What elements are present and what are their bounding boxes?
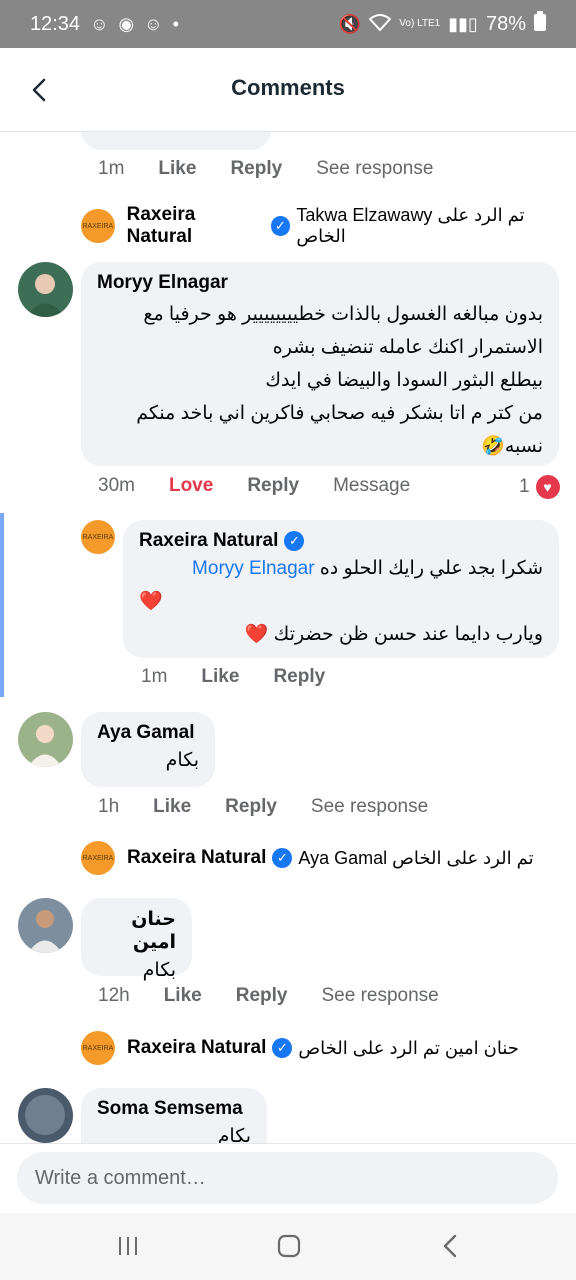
avatar[interactable]	[18, 262, 73, 317]
reply-author: Raxeira Natural	[126, 204, 196, 247]
avatar: RAXEIRA	[81, 841, 115, 875]
comment-author-row: Raxeira Natural ✓	[139, 530, 543, 552]
network-label: Vo) LTE1	[399, 18, 441, 29]
avatar[interactable]	[18, 898, 73, 953]
page-title: Comments	[231, 75, 345, 100]
reply-button[interactable]: Reply	[236, 985, 288, 1007]
reply-button[interactable]: Reply	[225, 796, 277, 818]
see-response-button[interactable]: See response	[316, 158, 433, 180]
comment-text: بكام	[165, 750, 199, 771]
system-nav-bar	[0, 1213, 576, 1280]
thread-indicator	[0, 513, 4, 697]
home-icon[interactable]	[276, 1233, 302, 1259]
comment-input[interactable]: Write a comment…	[17, 1152, 558, 1204]
comment-actions: 1m Like Reply See response	[98, 158, 467, 180]
reply-author: Raxeira Natural	[127, 1037, 267, 1058]
like-button[interactable]: Like	[164, 985, 202, 1007]
app-header: Comments	[0, 48, 576, 132]
recent-apps-icon[interactable]	[116, 1234, 140, 1258]
mention-link[interactable]: Moryy Elnagar	[192, 558, 315, 579]
reply-text: Takwa Elzawawy تم الرد على الخاص	[296, 205, 525, 246]
comment-line: الاستمرار اكنك عامله تنضيف بشره	[272, 337, 543, 358]
comment-line: نسبه🤣	[481, 436, 543, 457]
reply-line: ويارب دايما عند حسن ظن حضرتك ❤️	[244, 624, 543, 645]
like-button[interactable]: Like	[201, 666, 239, 688]
auto-reply-row[interactable]: RAXEIRA Raxeira Natural ✓ حنان امين تم ا…	[81, 1031, 519, 1065]
reply-button[interactable]: Reply	[230, 158, 282, 180]
verified-icon: ✓	[270, 216, 291, 236]
verified-icon: ✓	[284, 531, 305, 551]
reply-button[interactable]: Reply	[247, 475, 299, 497]
comment-text: بكام	[142, 960, 176, 981]
avatar: RAXEIRA	[81, 1031, 115, 1065]
comment-time: 12h	[98, 985, 130, 1006]
reply-text: شكرا بجد علي رايك الحلو ده Moryy Elnagar…	[139, 552, 543, 651]
comment-actions: 1m Like Reply	[141, 666, 359, 688]
back-nav-icon[interactable]	[439, 1233, 463, 1259]
comment-bubble[interactable]	[81, 132, 271, 150]
comment-time: 30m	[98, 475, 135, 496]
comment-actions: 30m Love Reply Message	[98, 475, 444, 497]
snapchat-icon: ☺	[90, 13, 109, 34]
comment-author[interactable]: Aya Gamal	[97, 722, 199, 744]
like-button[interactable]: Like	[153, 796, 191, 818]
reply-line: ❤️	[139, 591, 163, 612]
comment-bubble[interactable]: Soma Semsema بكام	[81, 1088, 267, 1143]
snapchat-icon: ☺	[144, 13, 163, 34]
comment-author[interactable]: Soma Semsema	[97, 1098, 251, 1120]
comment-bubble[interactable]: حنان امين بكام	[81, 898, 192, 981]
avatar: RAXEIRA	[81, 209, 115, 243]
reply-text: حنان امين تم الرد على الخاص	[298, 1037, 519, 1058]
reply-line: شكرا بجد علي رايك الحلو ده	[319, 558, 543, 579]
auto-reply-row[interactable]: RAXEIRA Raxeira Natural ✓ Takwa Elzawawy…	[81, 204, 576, 248]
comment-author[interactable]: Moryy Elnagar	[97, 272, 543, 294]
like-button[interactable]: Like	[158, 158, 196, 180]
wifi-icon	[368, 13, 392, 36]
avatar[interactable]	[18, 712, 73, 767]
reply-button[interactable]: Reply	[273, 666, 325, 688]
comment-bubble[interactable]: Aya Gamal بكام	[81, 712, 215, 787]
comment-time: 1m	[98, 158, 125, 179]
signal-icon: ▮▮▯	[448, 13, 478, 34]
comment-text: بدون مبالغه الغسول بالذات خطيييييييير هو…	[97, 298, 543, 463]
verified-icon: ✓	[272, 848, 293, 868]
heart-icon: ♥	[535, 475, 560, 499]
comment-time: 1m	[141, 666, 168, 687]
comment-author[interactable]: Raxeira Natural	[139, 530, 278, 552]
comment-line: من كتر م اتا بشكر فيه صحابي فاكرين اني ب…	[136, 403, 543, 424]
comment-time: 1h	[98, 796, 120, 817]
avatar[interactable]	[18, 1088, 73, 1143]
verified-icon: ✓	[272, 1038, 293, 1058]
reaction-count: 1	[519, 476, 530, 497]
comment-actions: 1h Like Reply See response	[98, 796, 462, 818]
battery-icon	[534, 11, 546, 37]
auto-reply-row[interactable]: RAXEIRA Raxeira Natural ✓ Aya Gamal تم ا…	[81, 841, 534, 875]
see-response-button[interactable]: See response	[321, 985, 438, 1007]
comment-composer: Write a comment…	[0, 1143, 576, 1214]
battery-level: 78%	[485, 12, 526, 35]
love-button[interactable]: Love	[169, 475, 213, 497]
mute-icon: 🔇	[338, 13, 362, 34]
reply-author: Raxeira Natural	[127, 847, 267, 868]
reaction-summary[interactable]: 1 ♥	[519, 475, 560, 499]
reply-text: Aya Gamal تم الرد على الخاص	[298, 847, 534, 868]
avatar[interactable]: RAXEIRA	[81, 520, 115, 554]
status-bar: 12:34 ☺ ◉ ☺ • 🔇 Vo) LTE1 ▮▮▯ 78%	[0, 0, 576, 48]
status-time: 12:34	[30, 12, 81, 35]
messenger-icon: ◉	[118, 13, 135, 34]
reply-bubble[interactable]: Raxeira Natural ✓ شكرا بجد علي رايك الحل…	[123, 520, 559, 658]
comment-text: بكام	[217, 1126, 251, 1143]
comments-feed[interactable]: 1m Like Reply See response RAXEIRA Raxei…	[0, 132, 576, 1143]
dot-icon: •	[172, 13, 179, 34]
see-response-button[interactable]: See response	[311, 796, 428, 818]
comment-actions: 12h Like Reply See response	[98, 985, 473, 1007]
comment-line: بيطلع البثور السودا والبيضا في ايدك	[265, 370, 543, 391]
comment-line: بدون مبالغه الغسول بالذات خطيييييييير هو…	[143, 304, 543, 325]
comment-author[interactable]: حنان امين	[97, 908, 176, 954]
comment-bubble[interactable]: Moryy Elnagar بدون مبالغه الغسول بالذات …	[81, 262, 559, 466]
message-button[interactable]: Message	[333, 475, 410, 497]
